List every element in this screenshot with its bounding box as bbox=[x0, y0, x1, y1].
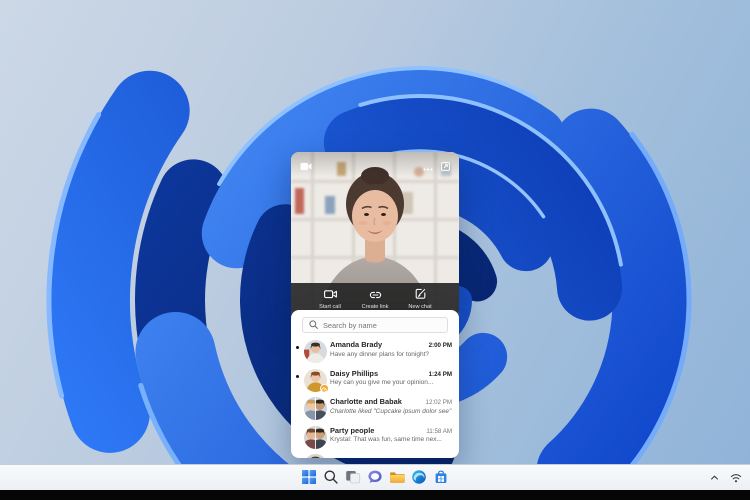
task-view-icon bbox=[345, 469, 361, 488]
file-explorer-icon bbox=[389, 469, 405, 488]
chevron-up-icon bbox=[709, 471, 720, 486]
avatar bbox=[304, 454, 327, 458]
tray-network-button[interactable] bbox=[727, 469, 745, 487]
taskbar-task-view-button[interactable] bbox=[344, 469, 362, 487]
search-icon bbox=[309, 316, 318, 334]
video-preview: Start call Create link New chat bbox=[291, 152, 459, 314]
conversation-row[interactable]: Charlotte and Babak 12:02 PM Charlotte lik… bbox=[291, 394, 459, 423]
search-icon bbox=[323, 469, 339, 488]
taskbar-file-explorer-button[interactable] bbox=[388, 469, 406, 487]
compose-icon bbox=[415, 287, 426, 302]
create-link-button[interactable]: Create link bbox=[357, 287, 393, 310]
conversation-name: Amanda Brady bbox=[330, 340, 382, 349]
pop-out-button[interactable] bbox=[441, 159, 450, 174]
new-chat-label: New chat bbox=[408, 304, 431, 310]
conversation-row[interactable]: Amanda Brady 2:00 PM Have any dinner plans… bbox=[291, 337, 459, 366]
avatar bbox=[304, 369, 327, 392]
microsoft-store-icon bbox=[433, 469, 449, 488]
taskbar bbox=[0, 464, 750, 491]
avatar bbox=[304, 426, 327, 449]
conversation-list: Amanda Brady 2:00 PM Have any dinner plans… bbox=[291, 337, 459, 458]
conversation-row[interactable]: Party people 11:58 AMKrystal: That was fu… bbox=[291, 423, 459, 452]
conversation-row[interactable] bbox=[291, 451, 459, 458]
taskbar-chat-button[interactable] bbox=[366, 469, 384, 487]
video-toolbar bbox=[291, 152, 459, 176]
meet-camera-icon bbox=[324, 287, 337, 302]
chat-flyout-window: Start call Create link New chat Amanda Bra… bbox=[291, 152, 459, 458]
teams-chat-icon bbox=[367, 469, 383, 488]
edge-icon bbox=[411, 469, 427, 488]
taskbar-start-button[interactable] bbox=[300, 469, 318, 487]
avatar bbox=[304, 397, 327, 420]
taskbar-store-button[interactable] bbox=[432, 469, 450, 487]
desktop: Start call Create link New chat Amanda Bra… bbox=[0, 0, 750, 500]
screen-bezel bbox=[0, 490, 750, 500]
start-call-label: Start call bbox=[319, 304, 341, 310]
conversation-time: 12:02 PM bbox=[426, 399, 452, 406]
windows-start-icon bbox=[301, 469, 317, 488]
conversation-preview: Have any dinner plans for tonight? bbox=[330, 351, 452, 358]
tray-chevron-button[interactable] bbox=[705, 469, 723, 487]
conversation-row[interactable]: Daisy Phillips 1:24 PMHey can you give me… bbox=[291, 366, 459, 395]
start-call-button[interactable]: Start call bbox=[312, 287, 348, 310]
more-options-icon bbox=[423, 159, 433, 174]
presence-badge-away bbox=[320, 384, 329, 393]
link-icon bbox=[369, 287, 382, 302]
conversation-time: 1:24 PM bbox=[429, 371, 452, 378]
search-input[interactable] bbox=[323, 321, 441, 330]
search-box[interactable] bbox=[302, 317, 448, 333]
more-options-button[interactable] bbox=[423, 159, 433, 174]
video-camera-icon bbox=[300, 159, 312, 174]
taskbar-edge-button[interactable] bbox=[410, 469, 428, 487]
taskbar-center-icons bbox=[300, 465, 450, 491]
unread-indicator bbox=[296, 346, 299, 349]
conversation-time: 2:00 PM bbox=[429, 342, 452, 349]
video-camera-button[interactable] bbox=[300, 159, 312, 174]
taskbar-search-button[interactable] bbox=[322, 469, 340, 487]
conversation-name: Charlotte and Babak bbox=[330, 397, 402, 406]
conversation-preview: Krystal: That was fun, same time nex... bbox=[330, 436, 452, 443]
chat-list-panel: Amanda Brady 2:00 PM Have any dinner plans… bbox=[291, 310, 459, 458]
wifi-icon bbox=[730, 471, 742, 486]
conversation-name: Daisy Phillips bbox=[330, 369, 378, 378]
conversation-time: 11:58 AM bbox=[426, 428, 452, 435]
pop-out-icon bbox=[441, 159, 450, 174]
avatar bbox=[304, 340, 327, 363]
conversation-preview: Charlotte liked "Cupcake ipsum dolor see… bbox=[330, 408, 452, 415]
create-link-label: Create link bbox=[362, 304, 389, 310]
conversation-name: Party people bbox=[330, 426, 374, 435]
new-chat-button[interactable]: New chat bbox=[402, 287, 438, 310]
conversation-preview: Hey can you give me your opinion... bbox=[330, 379, 452, 386]
taskbar-system-tray bbox=[705, 465, 745, 491]
unread-indicator bbox=[296, 375, 299, 378]
